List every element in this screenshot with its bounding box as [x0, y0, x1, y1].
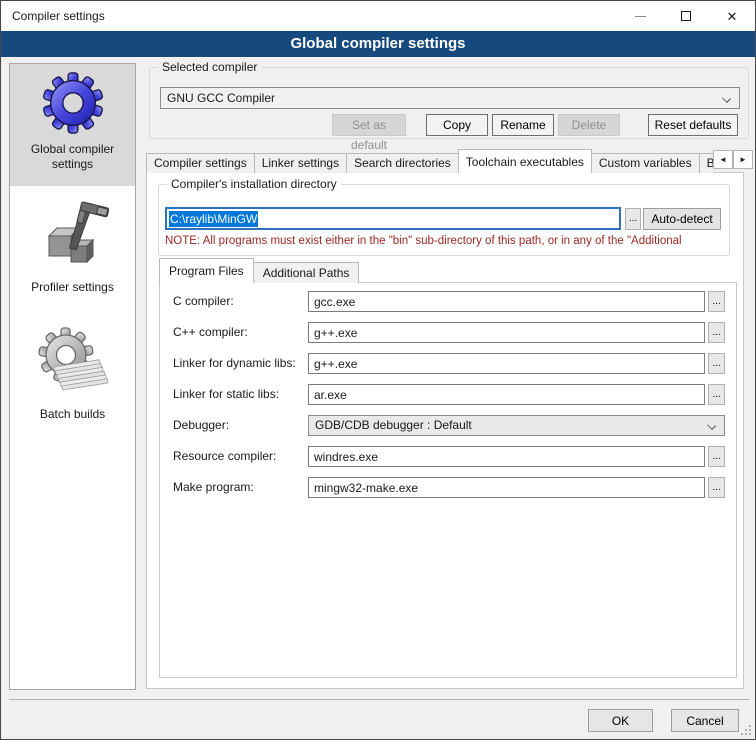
sidebar-item-label: Batch builds — [10, 403, 135, 422]
sidebar-item-global-compiler-settings[interactable]: Global compiler settings — [10, 64, 135, 186]
tab-search-directories[interactable]: Search directories — [346, 153, 459, 173]
minimize-icon — [635, 16, 646, 17]
arrow-right-icon: ► — [739, 155, 747, 164]
tab-scroll-right-button[interactable]: ► — [733, 150, 753, 169]
minimize-button[interactable] — [617, 1, 663, 31]
rename-button[interactable]: Rename — [492, 114, 554, 136]
program-files-page: C compiler: ... C++ compiler: ... Linker… — [159, 282, 737, 678]
profiler-caliper-icon — [37, 198, 109, 272]
arrow-left-icon: ◄ — [719, 155, 727, 164]
form-row-dynamic-linker: Linker for dynamic libs: ... — [160, 353, 736, 375]
installation-directory-group: Compiler's installation directory C:\ray… — [158, 184, 730, 256]
resize-grip[interactable] — [741, 725, 752, 736]
settings-sidebar: Global compiler settings — [9, 63, 136, 690]
browse-resource-compiler-button[interactable]: ... — [708, 446, 725, 467]
delete-button[interactable]: Delete — [558, 114, 620, 136]
form-row-c-compiler: C compiler: ... — [160, 291, 736, 313]
title-bar: Compiler settings ✕ — [1, 1, 755, 31]
toolchain-executables-panel: Compiler's installation directory C:\ray… — [146, 172, 744, 689]
static-linker-input[interactable] — [308, 384, 705, 405]
settings-tab-strip: Compiler settings Linker settings Search… — [146, 149, 713, 173]
sidebar-item-batch-builds[interactable]: Batch builds — [10, 295, 135, 422]
field-label: Linker for static libs: — [173, 384, 279, 405]
tab-build-options[interactable]: Build options — [699, 153, 713, 173]
maximize-button[interactable] — [663, 1, 709, 31]
dialog-banner: Global compiler settings — [1, 31, 755, 57]
selected-path-text: C:\raylib\MinGW — [169, 211, 258, 227]
bin-subdirectory-note: NOTE: All programs must exist either in … — [165, 235, 727, 247]
browse-c-compiler-button[interactable]: ... — [708, 291, 725, 312]
maximize-icon — [681, 11, 691, 21]
sidebar-item-profiler-settings[interactable]: Profiler settings — [10, 186, 135, 295]
group-legend: Compiler's installation directory — [167, 177, 341, 191]
tab-linker-settings[interactable]: Linker settings — [254, 153, 347, 173]
tab-scroll-left-button[interactable]: ◄ — [713, 150, 733, 169]
browse-static-linker-button[interactable]: ... — [708, 384, 725, 405]
browse-directory-button[interactable]: ... — [625, 208, 641, 230]
field-label: Linker for dynamic libs: — [173, 353, 296, 374]
chevron-down-icon — [722, 94, 731, 103]
form-row-resource-compiler: Resource compiler: ... — [160, 446, 736, 468]
debugger-select[interactable]: GDB/CDB debugger : Default — [308, 415, 725, 436]
browse-cpp-compiler-button[interactable]: ... — [708, 322, 725, 343]
debugger-select-value: GDB/CDB debugger : Default — [315, 418, 472, 432]
program-files-tab-strip: Program Files Additional Paths — [159, 258, 358, 283]
chevron-down-icon — [707, 421, 716, 430]
window-title: Compiler settings — [1, 9, 105, 23]
cancel-button[interactable]: Cancel — [671, 709, 739, 732]
field-label: Make program: — [173, 477, 254, 498]
blue-gear-icon — [42, 72, 104, 134]
set-as-default-button[interactable]: Set as default — [332, 114, 406, 136]
group-legend: Selected compiler — [158, 60, 261, 74]
compiler-select-value: GNU GCC Compiler — [167, 91, 275, 105]
ok-button[interactable]: OK — [588, 709, 653, 732]
compiler-select[interactable]: GNU GCC Compiler — [160, 87, 740, 109]
dynamic-linker-input[interactable] — [308, 353, 705, 374]
sidebar-item-label: Global compiler settings — [10, 138, 135, 172]
make-program-input[interactable] — [308, 477, 705, 498]
tab-custom-variables[interactable]: Custom variables — [591, 153, 700, 173]
field-label: Resource compiler: — [173, 446, 276, 467]
copy-button[interactable]: Copy — [426, 114, 488, 136]
close-button[interactable]: ✕ — [709, 1, 755, 31]
selected-compiler-group: Selected compiler GNU GCC Compiler Set a… — [149, 67, 749, 139]
cpp-compiler-input[interactable] — [308, 322, 705, 343]
field-label: C++ compiler: — [173, 322, 248, 343]
form-row-cpp-compiler: C++ compiler: ... — [160, 322, 736, 344]
resource-compiler-input[interactable] — [308, 446, 705, 467]
form-row-debugger: Debugger: GDB/CDB debugger : Default — [160, 415, 736, 437]
field-label: Debugger: — [173, 415, 229, 436]
browse-dynamic-linker-button[interactable]: ... — [708, 353, 725, 374]
form-row-static-linker: Linker for static libs: ... — [160, 384, 736, 406]
caption-buttons: ✕ — [617, 1, 755, 31]
tab-toolchain-executables[interactable]: Toolchain executables — [458, 149, 592, 173]
tab-compiler-settings[interactable]: Compiler settings — [146, 153, 255, 173]
subtab-program-files[interactable]: Program Files — [159, 258, 254, 283]
subtab-additional-paths[interactable]: Additional Paths — [253, 262, 360, 283]
reset-defaults-button[interactable]: Reset defaults — [648, 114, 738, 136]
sidebar-item-label: Profiler settings — [10, 276, 135, 295]
batch-builds-gear-stack-icon — [36, 327, 110, 399]
browse-make-program-button[interactable]: ... — [708, 477, 725, 498]
c-compiler-input[interactable] — [308, 291, 705, 312]
installation-directory-input[interactable]: C:\raylib\MinGW — [165, 207, 621, 230]
compiler-settings-dialog: Compiler settings ✕ Global compiler sett… — [0, 0, 756, 740]
footer-divider — [9, 699, 749, 700]
auto-detect-button[interactable]: Auto-detect — [643, 208, 721, 230]
close-icon: ✕ — [727, 10, 738, 23]
form-row-make-program: Make program: ... — [160, 477, 736, 499]
field-label: C compiler: — [173, 291, 234, 312]
